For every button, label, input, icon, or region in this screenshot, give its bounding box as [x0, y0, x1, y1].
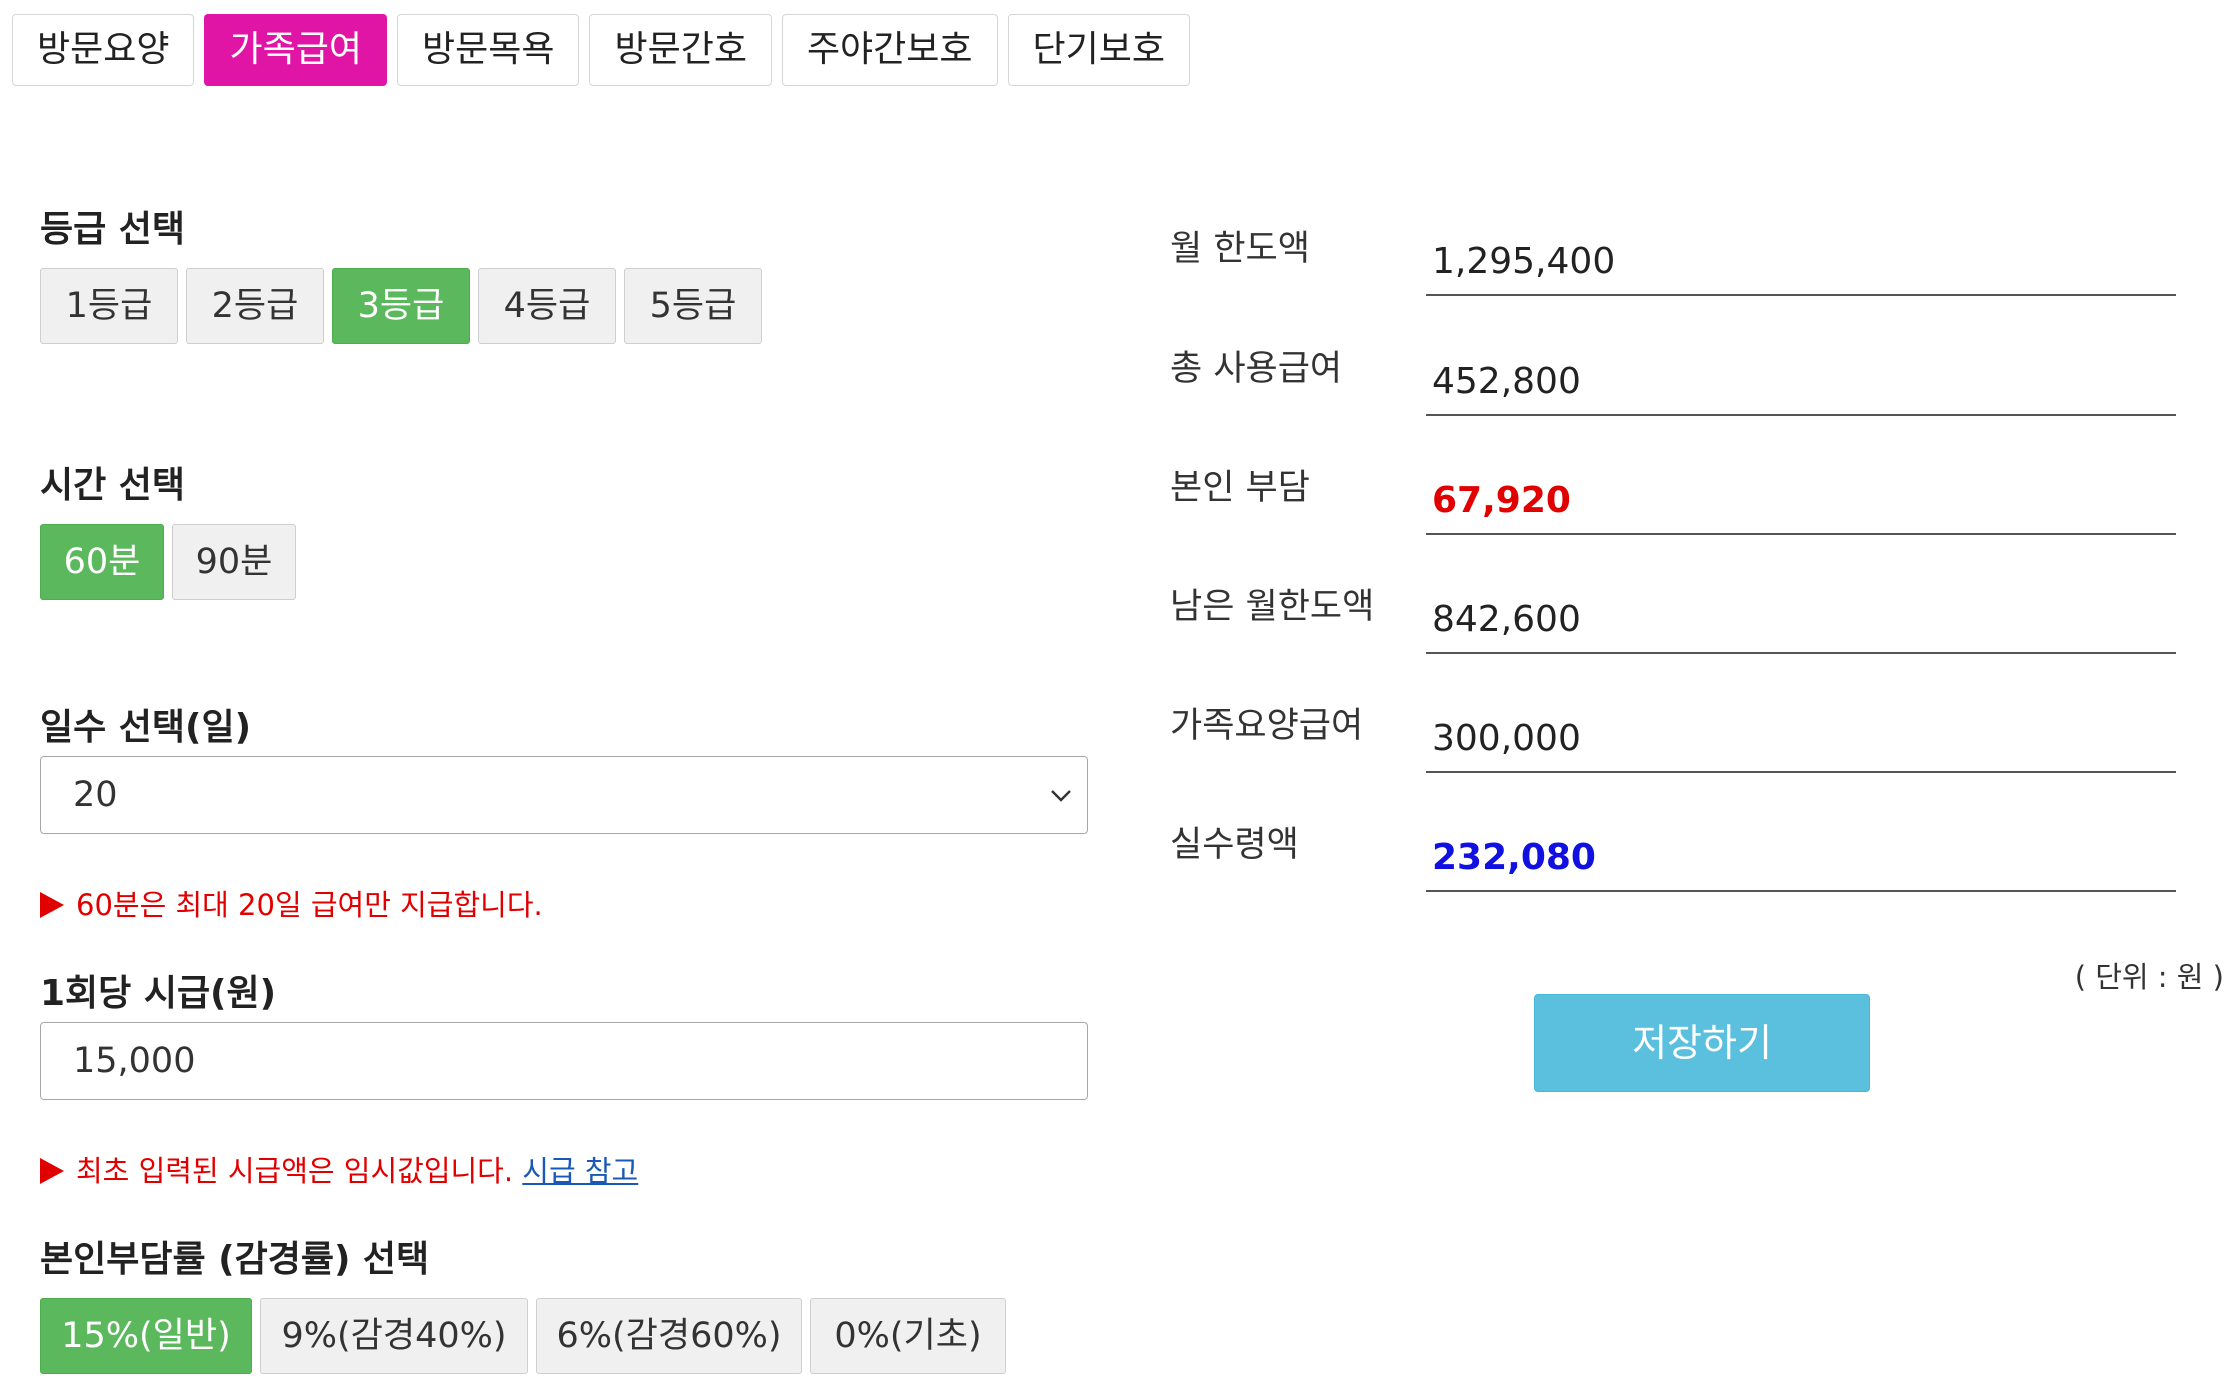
wage-label: 1회당 시급(원)	[40, 973, 277, 1014]
copay-15-button[interactable]: 15%(일반)	[40, 1298, 252, 1374]
copay-options: 15%(일반) 9%(감경40%) 6%(감경60%) 0%(기초)	[40, 1298, 1006, 1374]
tab-day-night-care[interactable]: 주야간보호	[781, 14, 998, 86]
copay-label: 본인부담률 (감경률) 선택	[40, 1239, 430, 1280]
grade-4-button[interactable]: 4등급	[478, 268, 616, 344]
self-pay-value: 67,920	[1426, 463, 2176, 535]
family-care-value: 300,000	[1426, 701, 2176, 773]
tab-family-benefit[interactable]: 가족급여	[204, 14, 387, 86]
net-pay-label: 실수령액	[1170, 825, 1299, 865]
time-90-button[interactable]: 90분	[172, 524, 296, 600]
days-note-text: 60분은 최대 20일 급여만 지급합니다.	[76, 888, 543, 922]
tab-visit-nursing[interactable]: 방문간호	[589, 14, 772, 86]
triangle-right-icon	[40, 1158, 64, 1184]
self-pay-label: 본인 부담	[1170, 468, 1310, 508]
wage-input[interactable]	[40, 1022, 1088, 1100]
save-button[interactable]: 저장하기	[1534, 994, 1870, 1092]
remaining-limit-value: 842,600	[1426, 582, 2176, 654]
days-select-value: 20	[73, 775, 118, 815]
days-label: 일수 선택(일)	[40, 707, 252, 748]
copay-0-button[interactable]: 0%(기초)	[810, 1298, 1006, 1374]
grade-2-button[interactable]: 2등급	[186, 268, 324, 344]
copay-9-button[interactable]: 9%(감경40%)	[260, 1298, 528, 1374]
remaining-limit-label: 남은 월한도액	[1170, 587, 1375, 627]
copay-6-button[interactable]: 6%(감경60%)	[536, 1298, 802, 1374]
total-used-value: 452,800	[1426, 344, 2176, 416]
monthly-limit-value: 1,295,400	[1426, 224, 2176, 296]
chevron-down-icon	[1051, 790, 1071, 802]
unit-note: ( 단위 : 원 )	[2074, 960, 2224, 994]
time-60-button[interactable]: 60분	[40, 524, 164, 600]
tab-visit-care[interactable]: 방문요양	[12, 14, 195, 86]
grade-3-button[interactable]: 3등급	[332, 268, 470, 344]
grade-label: 등급 선택	[40, 209, 186, 250]
days-note: 60분은 최대 20일 급여만 지급합니다.	[40, 882, 543, 924]
grade-1-button[interactable]: 1등급	[40, 268, 178, 344]
grade-5-button[interactable]: 5등급	[624, 268, 762, 344]
wage-note: 최초 입력된 시급액은 임시값입니다. 시급 참고	[40, 1148, 638, 1190]
time-options: 60분 90분	[40, 524, 296, 600]
wage-reference-link[interactable]: 시급 참고	[522, 1154, 638, 1188]
tab-short-term-care[interactable]: 단기보호	[1007, 14, 1191, 86]
grade-options: 1등급 2등급 3등급 4등급 5등급	[40, 268, 762, 344]
monthly-limit-label: 월 한도액	[1170, 229, 1310, 269]
service-tabs: 방문요양 가족급여 방문목욕 방문간호 주야간보호 단기보호	[12, 14, 1191, 86]
triangle-right-icon	[40, 892, 64, 918]
time-label: 시간 선택	[40, 465, 186, 506]
family-care-label: 가족요양급여	[1170, 706, 1364, 746]
net-pay-value: 232,080	[1426, 820, 2176, 892]
wage-note-text: 최초 입력된 시급액은 임시값입니다.	[76, 1154, 514, 1188]
days-select[interactable]: 20	[40, 756, 1088, 834]
tab-visit-bath[interactable]: 방문목욕	[396, 14, 580, 86]
total-used-label: 총 사용급여	[1170, 349, 1343, 389]
